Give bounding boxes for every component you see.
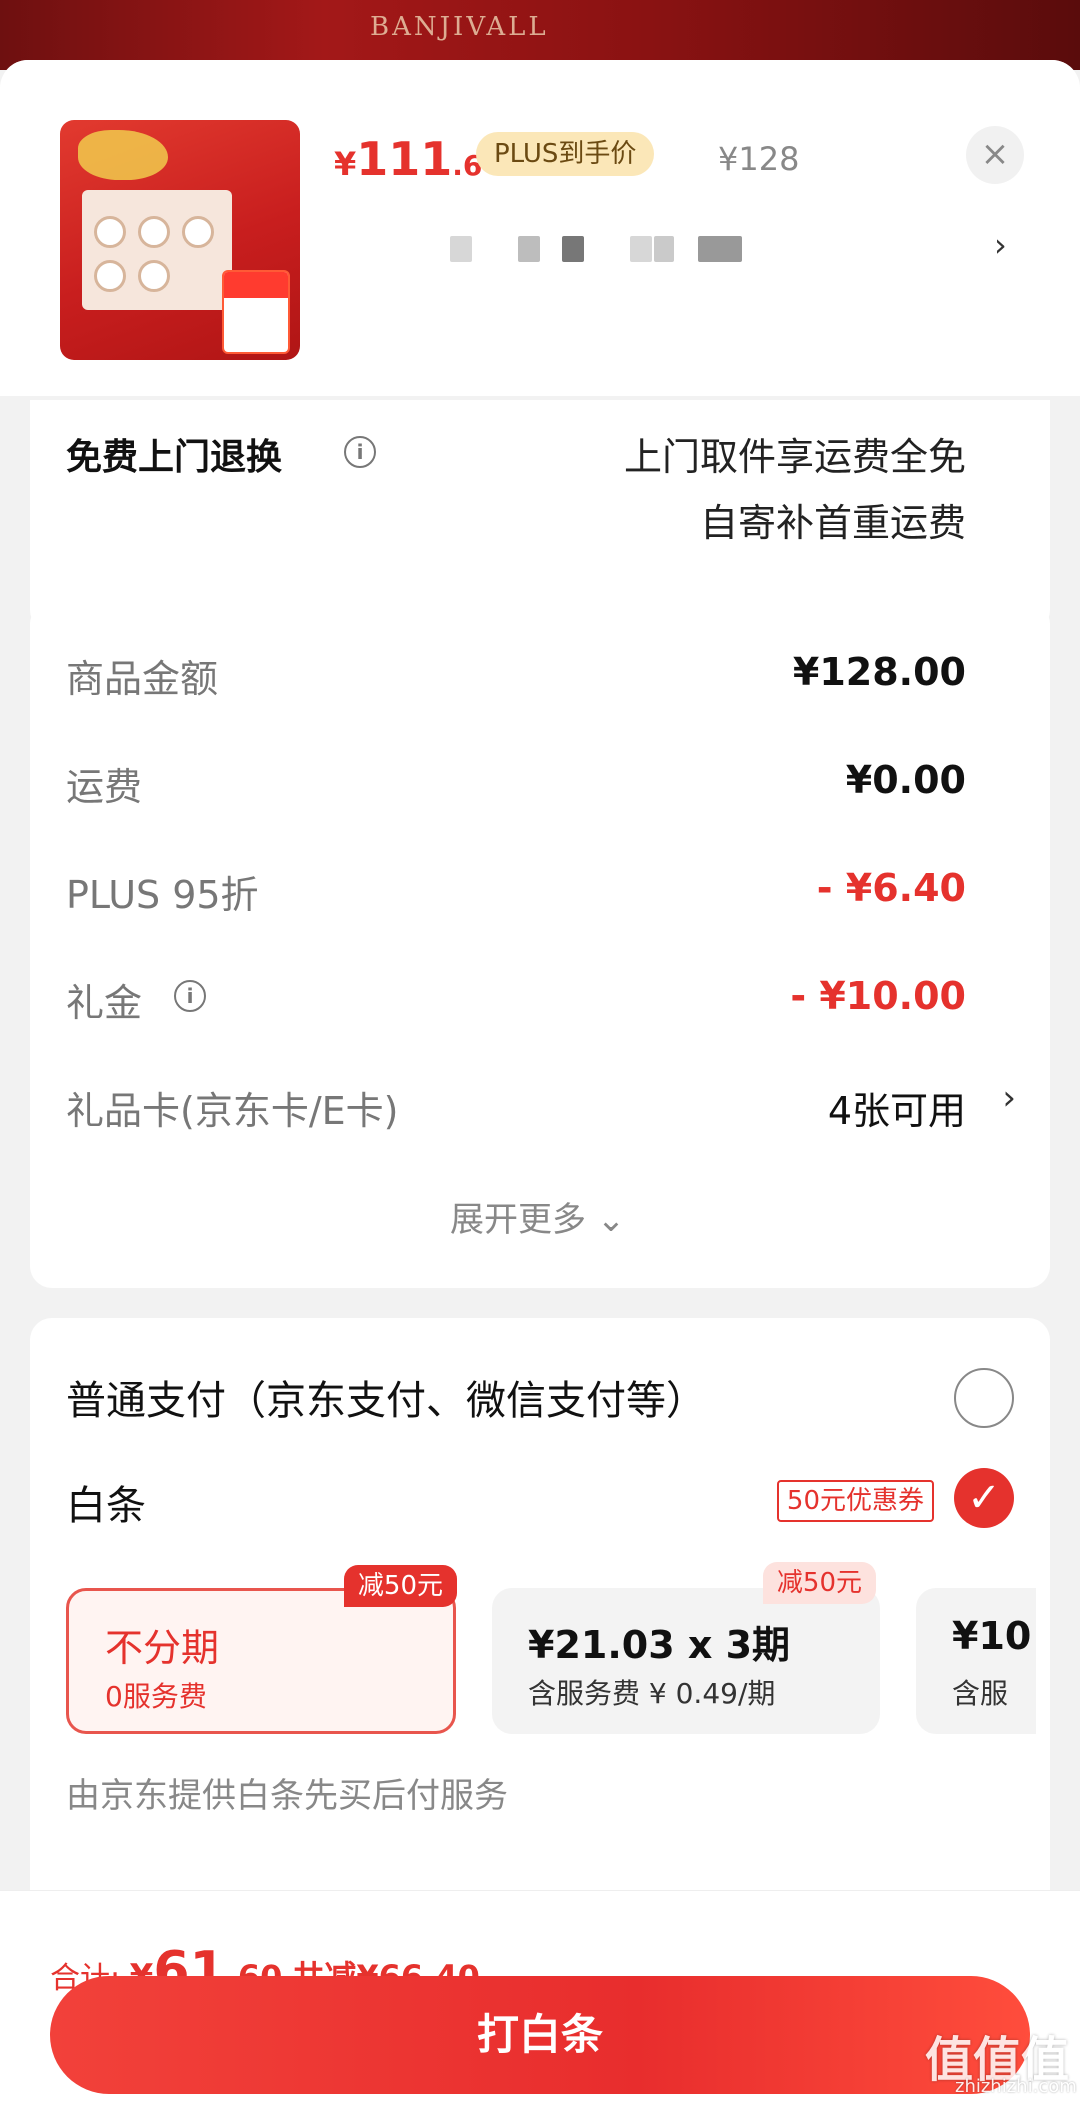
background-brand-text: BANJIVALL [370,12,549,42]
product-item [138,260,170,292]
info-icon[interactable]: i [174,980,206,1012]
return-service-line1: 上门取件享运费全免 [623,435,966,479]
dragon-decoration [78,130,168,180]
expand-more-button[interactable]: 展开更多 ⌄ [450,1192,625,1241]
row-value-plus-discount: - ¥6.40 [816,866,966,910]
plan-title: ¥21.03 x 3期 [528,1623,791,1667]
row-value-shipping: ¥0.00 [845,758,966,802]
pay-baitiao-button[interactable]: 打白条 [50,1976,1030,2094]
payment-method-card: 普通支付（京东支付、微信支付等） 白条 50元优惠券 ✓ 减50元 不分期 0服… [30,1318,1050,1918]
blurred-block [562,236,584,262]
product-item [94,216,126,248]
chevron-right-icon[interactable]: › [1002,1078,1016,1118]
product-item [94,260,126,292]
row-value-gift-cash: - ¥10.00 [790,974,966,1018]
coupon-tag: 50元优惠券 [776,1480,934,1522]
discount-badge: 减50元 [343,1565,457,1607]
price-summary-card: 商品金额 ¥128.00 运费 ¥0.00 PLUS 95折 - ¥6.40 礼… [30,602,1050,1288]
blurred-block [654,236,674,262]
blurred-block [630,236,652,262]
blurred-block [518,236,540,262]
return-service-card: 免费上门退换 i 上门取件享运费全免 自寄补首重运费 [30,400,1050,632]
plus-price-badge: PLUS到手价 [476,132,655,176]
baitiao-label[interactable]: 白条 [66,1473,146,1531]
installment-option-more[interactable]: ¥10 含服 [916,1588,1036,1734]
plan-fee: 0服务费 [105,1680,207,1713]
normal-payment-radio[interactable] [954,1368,1014,1428]
blurred-block [698,236,742,262]
plan-fee: 含服 [952,1677,1009,1710]
plan-title: 不分期 [105,1626,220,1670]
promo-tag-image [222,270,290,354]
row-label-plus-discount: PLUS 95折 [66,873,259,917]
watermark-url: zhizhizhi.com [955,2076,1077,2097]
blurred-block [450,236,472,262]
plan-fee: 含服务费 ¥ 0.49/期 [528,1677,776,1710]
check-icon[interactable]: ✓ [954,1468,1014,1528]
product-header: ¥111.6 PLUS到手价 ¥128 × › [0,60,1080,396]
gift-box-image [82,190,232,310]
checkout-sheet: ¥111.6 PLUS到手价 ¥128 × › 免费上门退换 i 上门取件享运费… [0,60,1080,2109]
info-icon[interactable]: i [344,436,376,468]
normal-payment-label[interactable]: 普通支付（京东支付、微信支付等） [66,1368,706,1426]
row-label-goods-amount: 商品金额 [66,657,219,701]
discount-badge: 减50元 [762,1562,876,1604]
row-label-gift-card: 礼品卡(京东卡/E卡) [66,1089,399,1133]
chevron-right-icon[interactable]: › [994,226,1007,264]
product-spec-blurred[interactable] [400,236,760,264]
price-symbol: ¥ [334,145,357,183]
installment-option-3[interactable]: 减50元 ¥21.03 x 3期 含服务费 ¥ 0.49/期 [492,1562,880,1734]
plus-price: ¥111.6 [334,132,482,186]
installment-option-none[interactable]: 减50元 不分期 0服务费 [66,1565,457,1734]
close-icon[interactable]: × [966,126,1024,184]
original-price: ¥128 [718,140,800,178]
return-service-line2: 自寄补首重运费 [699,501,966,545]
product-item [138,216,170,248]
product-item [182,216,214,248]
row-value-gift-card[interactable]: 4张可用 [828,1080,966,1135]
plan-title: ¥10 [952,1614,1032,1658]
return-service-title: 免费上门退换 [66,437,283,478]
baitiao-service-note: 由京东提供白条先买后付服务 [66,1776,508,1816]
row-label-gift-cash: 礼金 [66,981,143,1025]
product-thumbnail[interactable] [60,120,300,360]
row-value-goods-amount: ¥128.00 [792,650,966,694]
price-integer: 111 [356,132,453,186]
row-label-shipping: 运费 [66,765,143,809]
